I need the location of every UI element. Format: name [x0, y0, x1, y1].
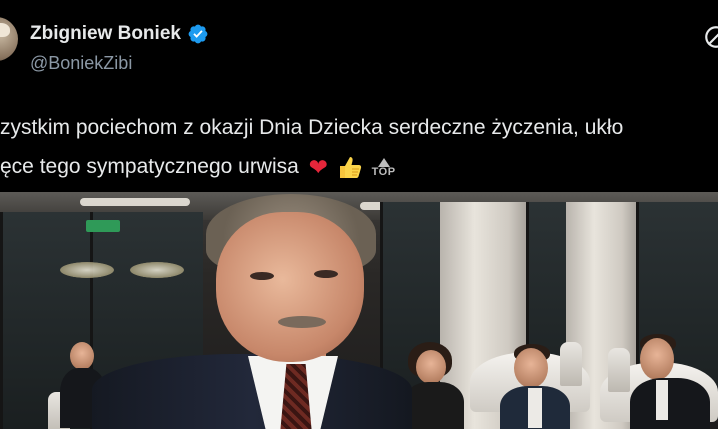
name-row: Zbigniew Boniek: [30, 23, 209, 45]
display-name[interactable]: Zbigniew Boniek: [30, 23, 181, 45]
top-text: TOP: [371, 165, 396, 178]
main-subject: [92, 194, 412, 429]
tweet-line-1: zystkim pociechom z okazji Dnia Dziecka …: [0, 116, 624, 139]
grok-icon[interactable]: [703, 24, 718, 50]
tweet-photo[interactable]: [0, 192, 718, 429]
tweet-line-2-text: ęce tego sympatycznego urwisa: [0, 155, 299, 178]
thumbs-up-emoji: [339, 157, 361, 179]
heart-emoji: ❤: [308, 153, 328, 180]
tweet-text: zystkim pociechom z okazji Dnia Dziecka …: [0, 108, 718, 187]
top-badge: TOP: [371, 157, 396, 178]
tweet-line-2: ęce tego sympatycznego urwisa ❤ TOP: [0, 147, 718, 187]
chair: [560, 342, 582, 386]
verified-badge-icon: [188, 24, 208, 44]
handle[interactable]: @BoniekZibi: [30, 53, 132, 74]
avatar[interactable]: [0, 17, 18, 61]
chair: [608, 348, 630, 392]
